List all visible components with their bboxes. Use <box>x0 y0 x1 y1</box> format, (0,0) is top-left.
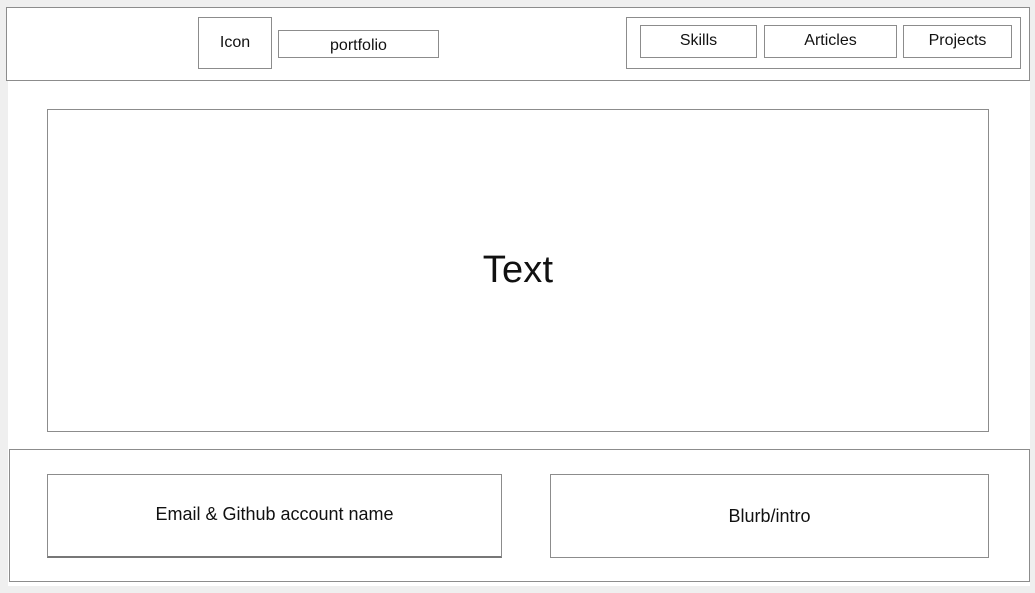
nav-projects-label: Projects <box>928 32 987 49</box>
nav-skills-button[interactable]: Skills <box>640 25 757 58</box>
icon-placeholder[interactable]: Icon <box>198 17 272 69</box>
hero-text-panel: Text <box>47 109 989 432</box>
hero-text: Text <box>482 249 554 291</box>
intro-text: Blurb/intro <box>728 505 811 526</box>
wireframe-page: Icon portfolio Skills Articles Projects … <box>0 0 1035 593</box>
nav-skills-label: Skills <box>679 32 718 49</box>
contact-info-box: Email & Github account name <box>47 474 502 558</box>
nav-projects-button[interactable]: Projects <box>903 25 1012 58</box>
intro-box: Blurb/intro <box>550 474 989 558</box>
contact-info-text: Email & Github account name <box>155 503 394 524</box>
portfolio-title-box[interactable]: portfolio <box>278 30 439 58</box>
portfolio-label: portfolio <box>330 36 387 54</box>
nav-articles-label: Articles <box>804 32 857 49</box>
nav-articles-button[interactable]: Articles <box>764 25 897 58</box>
icon-label: Icon <box>219 34 251 51</box>
